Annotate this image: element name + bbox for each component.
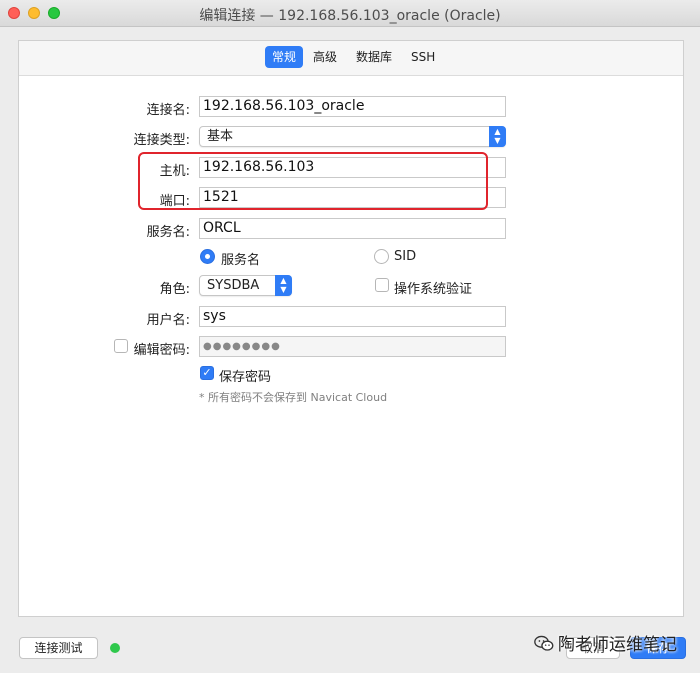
tab-ssh[interactable]: SSH: [404, 46, 442, 68]
edit-password-checkbox[interactable]: [114, 339, 128, 353]
password-note: * 所有密码不会保存到 Navicat Cloud: [199, 391, 388, 404]
username-label: 用户名:: [146, 313, 190, 328]
service-name-radio-label: 服务名: [221, 253, 261, 268]
connection-type-value: 基本: [207, 129, 234, 144]
connection-name-input[interactable]: 192.168.56.103_oracle: [199, 96, 506, 117]
save-password-checkbox[interactable]: ✓: [200, 366, 214, 380]
sid-radio[interactable]: [374, 249, 389, 264]
test-connection-button[interactable]: 连接测试: [19, 637, 98, 659]
role-label: 角色:: [159, 282, 190, 297]
service-name-input[interactable]: ORCL: [199, 218, 506, 239]
edit-password-label: 编辑密码:: [133, 343, 190, 358]
tab-database[interactable]: 数据库: [349, 46, 399, 68]
select-arrows-icon: ▲ ▼: [275, 275, 292, 296]
watermark: 陶老师运维笔记: [534, 630, 677, 655]
username-input[interactable]: sys: [199, 306, 506, 327]
tab-bar: 常规 高级 数据库 SSH: [19, 41, 683, 76]
save-password-label: 保存密码: [219, 370, 272, 385]
select-arrows-icon: ▲ ▼: [489, 126, 506, 147]
service-name-radio[interactable]: [200, 249, 215, 264]
connection-status-indicator: [110, 643, 120, 653]
os-auth-checkbox[interactable]: [375, 278, 389, 292]
connection-type-select[interactable]: 基本 ▲ ▼: [199, 126, 506, 147]
service-name-label: 服务名:: [146, 225, 190, 240]
highlight-box: [138, 152, 488, 210]
tab-general[interactable]: 常规: [265, 46, 304, 68]
connection-type-label: 连接类型:: [133, 133, 190, 148]
os-auth-label: 操作系统验证: [394, 282, 473, 297]
sid-radio-label: SID: [394, 249, 417, 264]
watermark-text: 陶老师运维笔记: [558, 635, 677, 655]
role-value: SYSDBA: [207, 278, 260, 293]
wechat-icon: [534, 635, 554, 651]
password-input[interactable]: ●●●●●●●●: [199, 336, 506, 357]
window-title: 编辑连接 — 192.168.56.103_oracle (Oracle): [199, 8, 501, 24]
role-select[interactable]: SYSDBA ▲ ▼: [199, 275, 292, 296]
connection-name-label: 连接名:: [146, 103, 190, 118]
title-bar: 编辑连接 — 192.168.56.103_oracle (Oracle): [0, 0, 700, 27]
tab-advanced[interactable]: 高级: [306, 46, 344, 68]
